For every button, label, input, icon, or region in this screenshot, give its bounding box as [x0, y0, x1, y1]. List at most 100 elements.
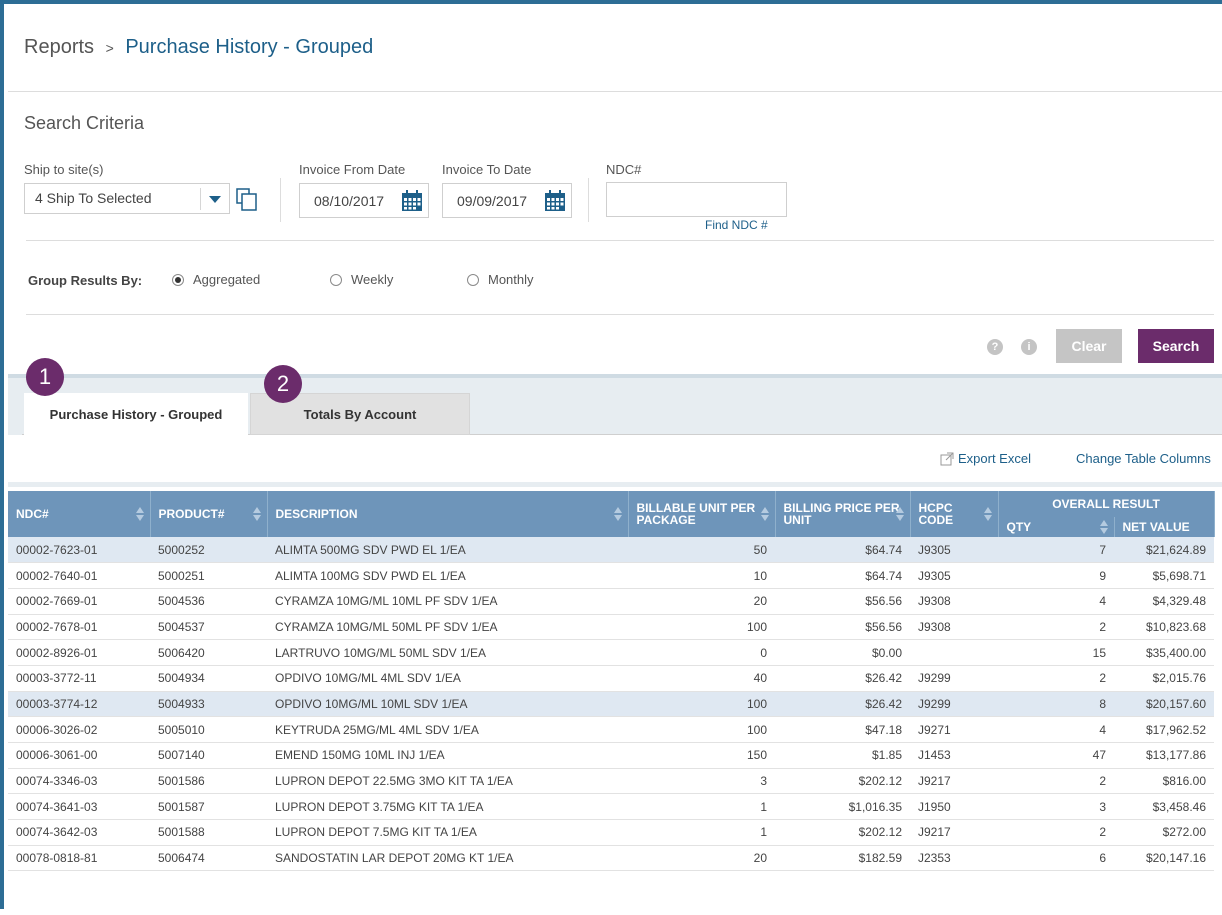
- cell-price: $26.42: [775, 665, 910, 692]
- help-icon[interactable]: ?: [987, 339, 1003, 355]
- table-row[interactable]: 00003-3774-12 5004933 OPDIVO 10MG/ML 10ML …: [8, 691, 1214, 718]
- radio-aggregated-label: Aggregated: [193, 272, 261, 287]
- radio-monthly[interactable]: Monthly: [467, 272, 534, 287]
- calendar-icon[interactable]: [544, 190, 566, 212]
- header-divider: [8, 91, 1222, 92]
- column-header-billable-unit[interactable]: BILLABLE UNIT PER PACKAGE: [628, 491, 776, 537]
- cell-unit: 150: [628, 742, 775, 769]
- table-row[interactable]: 00006-3061-00 5007140 EMEND 150MG 10ML INJ…: [8, 742, 1214, 769]
- column-header-label: HCPC CODE: [918, 501, 954, 527]
- action-divider: [26, 314, 1214, 315]
- breadcrumb-reports[interactable]: Reports: [24, 36, 94, 58]
- cell-price: $0.00: [775, 639, 910, 666]
- info-icon[interactable]: i: [1021, 339, 1037, 355]
- cell-unit: 0: [628, 639, 775, 666]
- column-header-billing-price[interactable]: BILLING PRICE PER UNIT: [775, 491, 911, 537]
- cell-qty: 15: [998, 639, 1114, 666]
- cell-ndc: 00006-3061-00: [8, 742, 150, 769]
- cell-qty: 47: [998, 742, 1114, 769]
- table-row[interactable]: 00074-3641-03 5001587 LUPRON DEPOT 3.75MG …: [8, 793, 1214, 821]
- sort-icon[interactable]: [760, 507, 769, 521]
- export-excel-link[interactable]: Export Excel: [940, 451, 1031, 466]
- clear-button[interactable]: Clear: [1056, 329, 1122, 363]
- radio-monthly-label: Monthly: [488, 272, 534, 287]
- cell-price: $26.42: [775, 691, 910, 718]
- cell-ndc: 00074-3642-03: [8, 819, 150, 846]
- table-row[interactable]: 00002-7669-01 5004536 CYRAMZA 10MG/ML 10ML…: [8, 588, 1214, 615]
- sort-icon[interactable]: [135, 507, 144, 521]
- table-row[interactable]: 00002-7678-01 5004537 CYRAMZA 10MG/ML 50ML…: [8, 614, 1214, 641]
- cell-unit: 20: [628, 588, 775, 615]
- cell-ndc: 00002-7640-01: [8, 562, 150, 589]
- column-header-product[interactable]: PRODUCT#: [150, 491, 268, 537]
- table-row[interactable]: 00002-7640-01 5000251 ALIMTA 100MG SDV PWD…: [8, 562, 1214, 589]
- left-border: [0, 0, 4, 909]
- table-row[interactable]: 00003-3772-11 5004934 OPDIVO 10MG/ML 4ML S…: [8, 665, 1214, 692]
- ndc-input[interactable]: [606, 182, 787, 217]
- cell-net: $21,624.89: [1114, 537, 1214, 564]
- sort-icon[interactable]: [1099, 520, 1108, 534]
- cell-qty: 2: [998, 614, 1114, 641]
- radio-aggregated[interactable]: Aggregated: [172, 272, 260, 287]
- table-row[interactable]: 00006-3026-02 5005010 KEYTRUDA 25MG/ML 4ML…: [8, 716, 1214, 743]
- chevron-down-icon[interactable]: [209, 196, 221, 203]
- calendar-icon[interactable]: [401, 190, 423, 212]
- copy-icon[interactable]: [236, 188, 258, 212]
- cell-unit: 100: [628, 691, 775, 718]
- tab-purchase-history-grouped[interactable]: Purchase History - Grouped: [24, 393, 248, 436]
- cell-ndc: 00002-7623-01: [8, 537, 150, 564]
- radio-selected-icon: [172, 273, 184, 286]
- cell-net: $20,147.16: [1114, 845, 1214, 872]
- column-header-hcpc[interactable]: HCPC CODE: [910, 491, 999, 537]
- table-row[interactable]: 00002-8926-01 5006420 LARTRUVO 10MG/ML 50M…: [8, 639, 1214, 666]
- cell-desc: LUPRON DEPOT 22.5MG 3MO KIT TA 1/EA: [267, 768, 628, 795]
- cell-desc: EMEND 150MG 10ML INJ 1/EA: [267, 742, 628, 769]
- invoice-from-label: Invoice From Date: [299, 162, 406, 177]
- table-row[interactable]: 00078-0818-81 5006474 SANDOSTATIN LAR DEPO…: [8, 845, 1214, 872]
- cell-price: $56.56: [775, 614, 910, 641]
- cell-hcpc: J9299: [910, 691, 998, 718]
- cell-net: $13,177.86: [1114, 742, 1214, 769]
- cell-price: $182.59: [775, 845, 910, 872]
- table-row[interactable]: 00002-7623-01 5000252 ALIMTA 500MG SDV PWD…: [8, 537, 1214, 564]
- sort-icon[interactable]: [252, 507, 261, 521]
- step-badge-2: 2: [264, 365, 302, 403]
- sort-icon[interactable]: [983, 507, 992, 521]
- find-ndc-link[interactable]: Find NDC #: [705, 218, 768, 232]
- cell-product: 5006474: [150, 845, 267, 872]
- cell-qty: 7: [998, 537, 1114, 564]
- cell-product: 5004933: [150, 691, 267, 718]
- cell-unit: 1: [628, 793, 775, 821]
- cell-product: 5000252: [150, 537, 267, 564]
- ship-to-select[interactable]: 4 Ship To Selected: [24, 183, 230, 214]
- cell-price: $56.56: [775, 588, 910, 615]
- cell-desc: OPDIVO 10MG/ML 10ML SDV 1/EA: [267, 691, 628, 718]
- table-row[interactable]: 00074-3642-03 5001588 LUPRON DEPOT 7.5MG K…: [8, 819, 1214, 846]
- column-header-qty[interactable]: QTY: [998, 517, 1115, 537]
- column-header-ndc[interactable]: NDC#: [8, 491, 151, 537]
- cell-qty: 8: [998, 691, 1114, 718]
- cell-product: 5001588: [150, 819, 267, 846]
- radio-empty-icon: [467, 273, 479, 286]
- sort-icon[interactable]: [895, 507, 904, 521]
- column-header-description[interactable]: DESCRIPTION: [267, 491, 629, 537]
- invoice-from-field[interactable]: 08/10/2017: [299, 183, 429, 218]
- change-table-columns-link[interactable]: Change Table Columns: [1076, 451, 1211, 466]
- radio-weekly[interactable]: Weekly: [330, 272, 393, 287]
- table-row[interactable]: 00074-3346-03 5001586 LUPRON DEPOT 22.5MG …: [8, 768, 1214, 795]
- cell-desc: OPDIVO 10MG/ML 4ML SDV 1/EA: [267, 665, 628, 692]
- cell-hcpc: J1950: [910, 793, 998, 821]
- search-button[interactable]: Search: [1138, 329, 1214, 363]
- invoice-to-field[interactable]: 09/09/2017: [442, 183, 572, 218]
- sort-icon[interactable]: [613, 507, 622, 521]
- cell-desc: LUPRON DEPOT 3.75MG KIT TA 1/EA: [267, 793, 628, 821]
- cell-ndc: 00074-3641-03: [8, 793, 150, 821]
- column-header-label: PRODUCT#: [158, 507, 225, 521]
- ndc-label: NDC#: [606, 162, 642, 177]
- cell-qty: 2: [998, 819, 1114, 846]
- results-table-wrap: NDC# PRODUCT# DESCRIPTION BILLABLE UNIT …: [8, 491, 1222, 915]
- external-link-icon: [940, 452, 954, 465]
- invoice-to-label: Invoice To Date: [442, 162, 532, 177]
- column-header-label: NDC#: [16, 507, 49, 521]
- column-header-net-value[interactable]: NET VALUE: [1114, 517, 1215, 537]
